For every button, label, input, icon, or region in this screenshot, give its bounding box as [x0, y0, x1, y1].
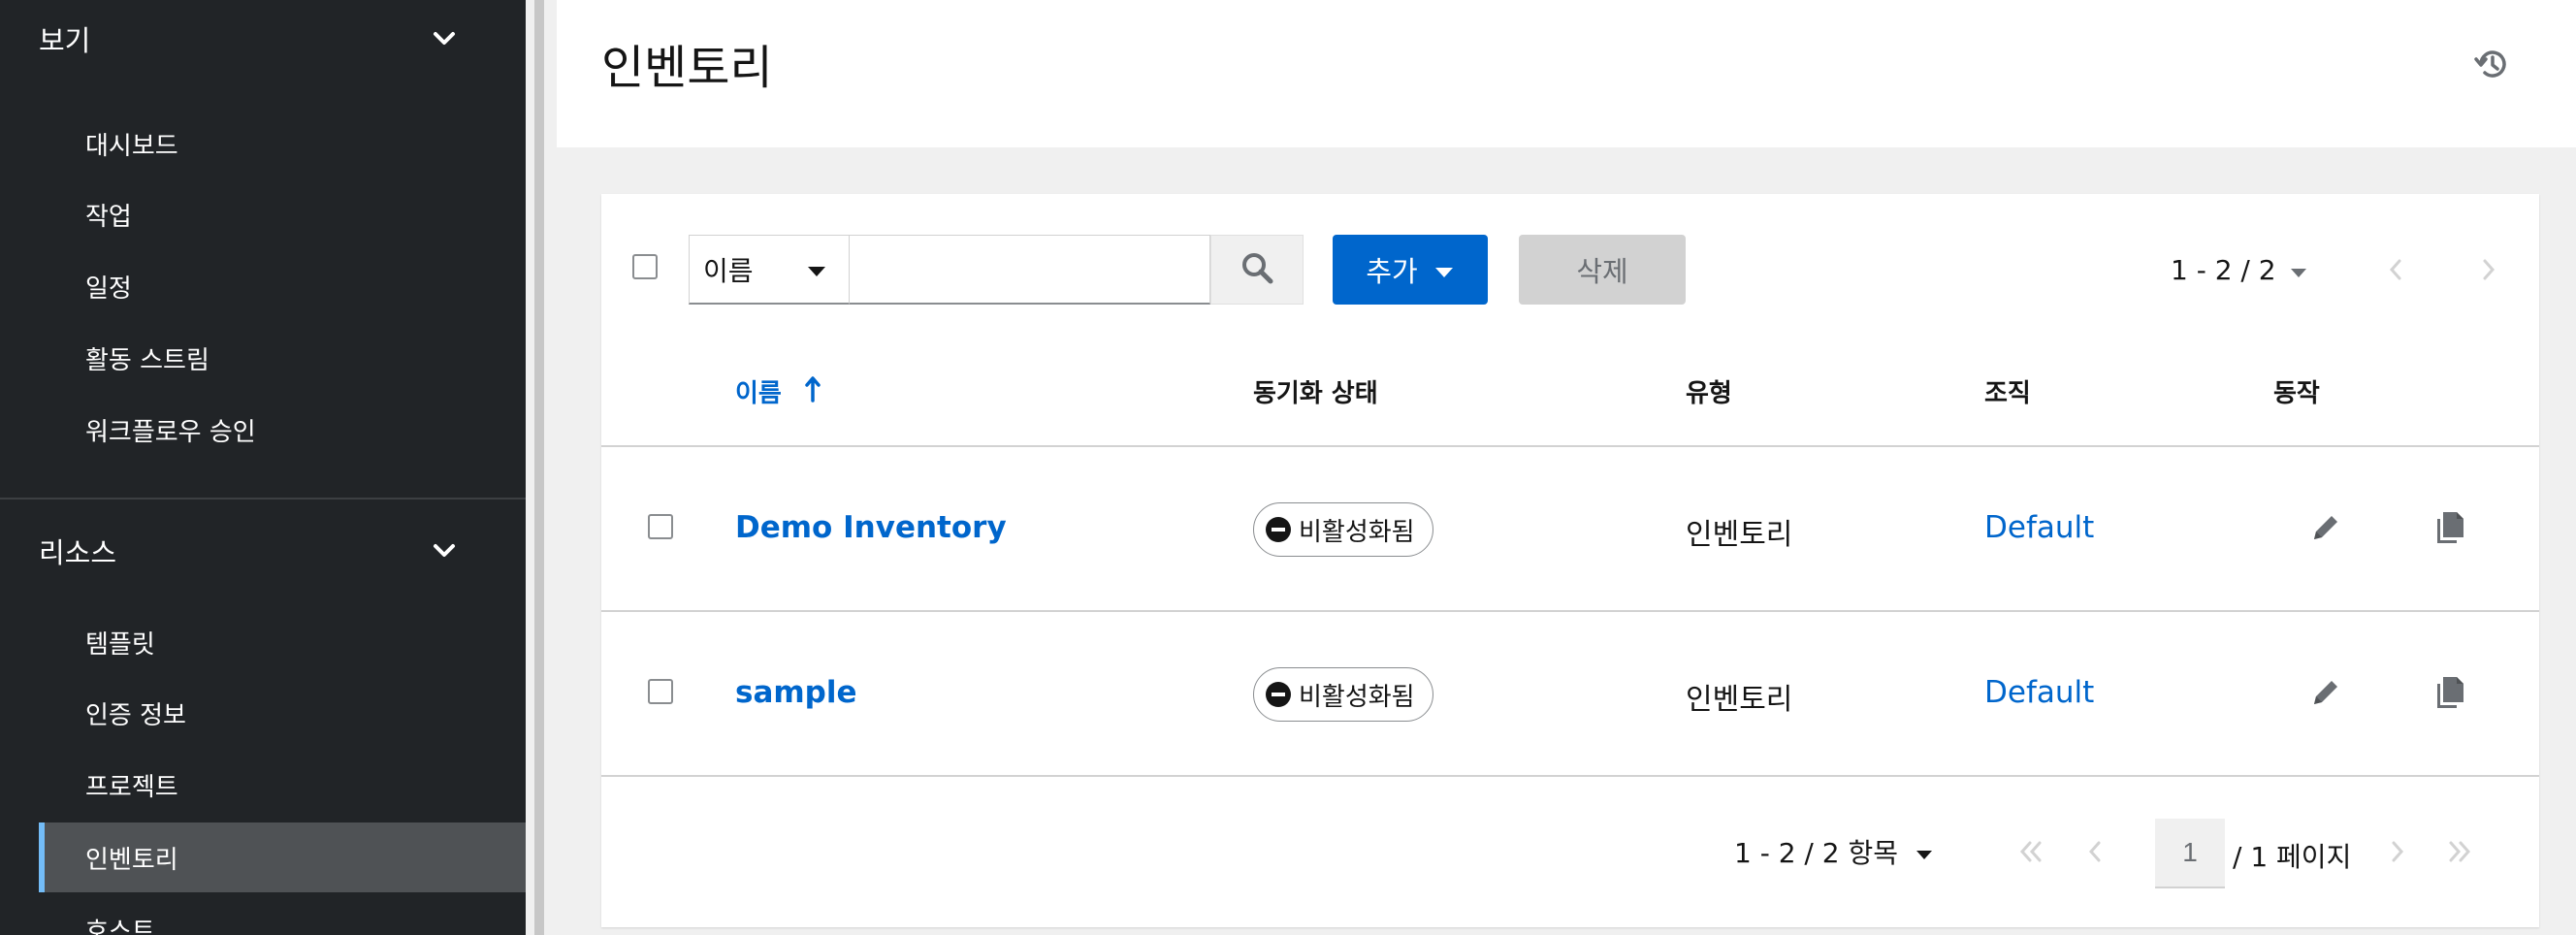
sidebar: 보기 대시보드 작업 일정 활동 스트림 워크플로우 승인 리소스 템플릿 인증…	[0, 0, 526, 935]
column-header-label: 이름	[735, 379, 782, 408]
sync-status-badge: 비활성화됨	[1253, 502, 1433, 557]
organization-link[interactable]: Default	[1984, 675, 2094, 710]
disabled-icon	[1266, 517, 1291, 542]
history-icon[interactable]	[2473, 45, 2512, 83]
caret-down-icon	[1433, 253, 1455, 286]
pagination-range: 1 - 2 / 2	[2171, 253, 2276, 286]
sidebar-item-jobs[interactable]: 작업	[39, 179, 526, 249]
delete-button[interactable]: 삭제	[1519, 235, 1686, 305]
sidebar-item-schedules[interactable]: 일정	[39, 251, 526, 321]
filter-key-select[interactable]: 이름	[689, 235, 850, 305]
page-total: / 1 페이지	[2233, 841, 2352, 873]
inventory-type: 인벤토리	[1686, 518, 1793, 552]
sort-ascending-icon	[805, 375, 821, 412]
search-button[interactable]	[1210, 235, 1304, 305]
nav-group-label: 리소스	[39, 536, 117, 569]
caret-down-icon	[1916, 836, 1933, 868]
sidebar-item-hosts[interactable]: 호스트	[39, 894, 526, 935]
next-page-icon[interactable]	[2380, 834, 2415, 869]
nav-divider	[0, 498, 526, 500]
column-header-actions: 동작	[2273, 379, 2320, 408]
chevron-down-icon	[431, 537, 458, 564]
scrollbar-thumb[interactable]	[534, 0, 544, 935]
inventory-type: 인벤토리	[1686, 683, 1793, 717]
inventory-name-link[interactable]: sample	[735, 675, 857, 710]
sidebar-item-activity-stream[interactable]: 활동 스트림	[39, 323, 526, 393]
nav-group-view[interactable]: 보기	[0, 0, 526, 78]
inventory-name-link[interactable]: Demo Inventory	[735, 510, 1007, 545]
column-header-type: 유형	[1686, 379, 1732, 408]
sidebar-item-projects[interactable]: 프로젝트	[39, 750, 526, 820]
page-header: 인벤토리	[557, 0, 2576, 147]
organization-link[interactable]: Default	[1984, 510, 2094, 545]
sync-status-text: 비활성화됨	[1299, 517, 1415, 547]
column-header-organization: 조직	[1984, 379, 2031, 408]
search-icon	[1240, 251, 1273, 288]
page-title: 인벤토리	[601, 41, 773, 95]
page-number-input[interactable]	[2155, 819, 2225, 888]
bottom-pagination: 1 - 2 / 2 항목 / 1 페이지	[601, 815, 2539, 888]
per-page-toggle[interactable]: 1 - 2 / 2 항목	[1734, 832, 1933, 871]
previous-page-icon[interactable]	[2077, 834, 2112, 869]
row-divider	[601, 775, 2539, 777]
last-page-icon[interactable]	[2442, 834, 2477, 869]
copy-icon[interactable]	[2431, 508, 2469, 547]
sidebar-item-dashboard[interactable]: 대시보드	[39, 109, 526, 178]
copy-icon[interactable]	[2431, 673, 2469, 712]
sidebar-resize-handle[interactable]	[526, 0, 557, 935]
select-all-checkbox[interactable]	[632, 254, 658, 279]
sidebar-item-inventories[interactable]: 인벤토리	[39, 822, 526, 892]
nav-group-resources[interactable]: 리소스	[0, 512, 526, 590]
caret-down-icon	[806, 253, 827, 285]
chevron-down-icon	[431, 25, 458, 52]
sync-status-badge: 비활성화됨	[1253, 667, 1433, 722]
sidebar-item-templates[interactable]: 템플릿	[39, 607, 526, 677]
sidebar-item-credentials[interactable]: 인증 정보	[39, 678, 526, 748]
caret-down-icon	[2290, 254, 2307, 286]
nav-group-label: 보기	[39, 24, 91, 57]
row-checkbox[interactable]	[648, 514, 673, 539]
search-input[interactable]	[850, 235, 1210, 305]
edit-icon[interactable]	[2306, 508, 2345, 547]
add-button-label: 추가	[1366, 255, 1418, 288]
sync-status-text: 비활성화됨	[1299, 682, 1415, 712]
row-checkbox[interactable]	[648, 679, 673, 704]
inventory-list-card: 이름 추가 삭제 1 - 2 / 2 이름 동기화 상태 유형 조직 동작 De…	[601, 194, 2539, 927]
add-button[interactable]: 추가	[1333, 235, 1488, 305]
row-divider	[601, 445, 2539, 447]
edit-icon[interactable]	[2306, 673, 2345, 712]
previous-page-button[interactable]	[2380, 254, 2411, 285]
per-page-toggle[interactable]: 1 - 2 / 2	[2171, 254, 2307, 286]
top-pagination: 1 - 2 / 2	[2171, 235, 2539, 305]
disabled-icon	[1266, 682, 1291, 707]
row-divider	[601, 610, 2539, 612]
next-page-button[interactable]	[2473, 254, 2504, 285]
column-header-name[interactable]: 이름	[735, 376, 821, 411]
first-page-icon[interactable]	[2013, 834, 2048, 869]
pagination-range: 1 - 2 / 2 항목	[1734, 837, 1899, 869]
column-header-sync-status: 동기화 상태	[1253, 379, 1378, 408]
filter-key-value: 이름	[703, 254, 754, 287]
sidebar-item-workflow-approvals[interactable]: 워크플로우 승인	[39, 395, 526, 465]
